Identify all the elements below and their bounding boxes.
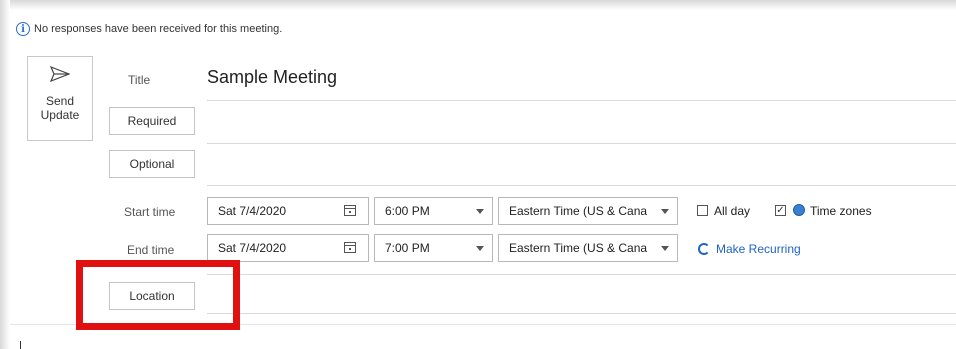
text-cursor (20, 341, 21, 349)
all-day-label: All day (714, 204, 751, 218)
globe-icon (793, 204, 805, 216)
calendar-icon[interactable] (344, 205, 356, 216)
info-icon: i (16, 22, 30, 36)
start-timezone-value: Eastern Time (US & Cana (509, 204, 648, 218)
start-time-value: 6:00 PM (385, 204, 430, 218)
start-timezone-dropdown[interactable]: Eastern Time (US & Cana (498, 197, 678, 225)
chevron-down-icon (476, 209, 484, 214)
chevron-down-icon (661, 209, 669, 214)
start-time-label: Start time (124, 205, 176, 219)
start-time-dropdown[interactable]: 6:00 PM (374, 197, 493, 225)
window-shadow-top (0, 0, 956, 10)
start-date-value: Sat 7/4/2020 (218, 204, 287, 218)
calendar-icon[interactable] (344, 242, 356, 253)
chevron-down-icon (661, 246, 669, 251)
time-underline (207, 274, 956, 275)
end-time-dropdown[interactable]: 7:00 PM (374, 234, 493, 262)
highlight-box (76, 260, 240, 330)
start-date-picker[interactable]: Sat 7/4/2020 (207, 197, 369, 225)
end-date-value: Sat 7/4/2020 (218, 241, 287, 255)
meeting-window: i No responses have been received for th… (0, 0, 956, 349)
chevron-down-icon (476, 246, 484, 251)
end-time-value: 7:00 PM (385, 241, 430, 255)
info-bar: i No responses have been received for th… (16, 20, 282, 38)
location-underline (207, 313, 956, 314)
title-underline (207, 100, 956, 101)
end-date-picker[interactable]: Sat 7/4/2020 (207, 234, 369, 262)
title-label: Title (128, 73, 151, 87)
time-zones-label: Time zones (810, 204, 872, 218)
info-message: No responses have been received for this… (34, 23, 283, 35)
end-time-label: End time (127, 243, 175, 257)
time-zones-checkbox[interactable]: ✓ (775, 205, 786, 216)
send-label-line2: Update (40, 108, 80, 122)
title-input[interactable]: Sample Meeting (207, 67, 337, 88)
end-timezone-dropdown[interactable]: Eastern Time (US & Cana (498, 234, 678, 262)
end-timezone-value: Eastern Time (US & Cana (509, 241, 648, 255)
required-button[interactable]: Required (109, 107, 195, 135)
send-update-button[interactable]: Send Update (27, 56, 93, 141)
all-day-checkbox[interactable] (697, 205, 708, 216)
window-shadow-left (0, 0, 10, 349)
send-label-line1: Send (45, 94, 75, 108)
optional-button[interactable]: Optional (109, 150, 195, 178)
required-underline (207, 143, 956, 144)
make-recurring-link[interactable]: Make Recurring (716, 242, 801, 256)
recurring-icon[interactable] (698, 243, 710, 255)
send-icon (50, 66, 70, 82)
optional-underline (207, 185, 956, 186)
